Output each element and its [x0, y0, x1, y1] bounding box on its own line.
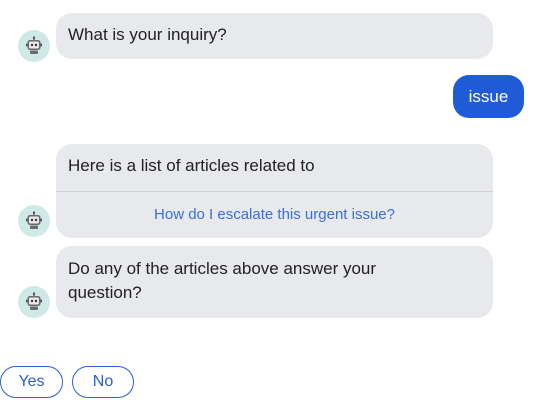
bot-avatar [18, 286, 50, 318]
message-text: Do any of the articles above answer your… [68, 259, 377, 302]
bot-message-articles: Here is a list of articles related to Ho… [56, 144, 493, 238]
user-message: issue [453, 75, 524, 118]
bot-message: What is your inquiry? [56, 13, 493, 59]
bot-avatar [18, 205, 50, 237]
robot-icon [24, 36, 44, 56]
quick-reply-yes-button[interactable]: Yes [0, 366, 63, 398]
quick-reply-no-button[interactable]: No [72, 366, 134, 398]
chat-transcript: What is your inquiry? issue Here is a li… [0, 0, 540, 410]
robot-icon [24, 292, 44, 312]
message-text: What is your inquiry? [68, 25, 227, 44]
bot-avatar [18, 30, 50, 62]
robot-icon [24, 211, 44, 231]
message-text: issue [468, 86, 509, 106]
message-text: Here is a list of articles related to [68, 156, 315, 175]
article-link[interactable]: How do I escalate this urgent issue? [56, 192, 493, 237]
bot-message: Do any of the articles above answer your… [56, 246, 493, 318]
